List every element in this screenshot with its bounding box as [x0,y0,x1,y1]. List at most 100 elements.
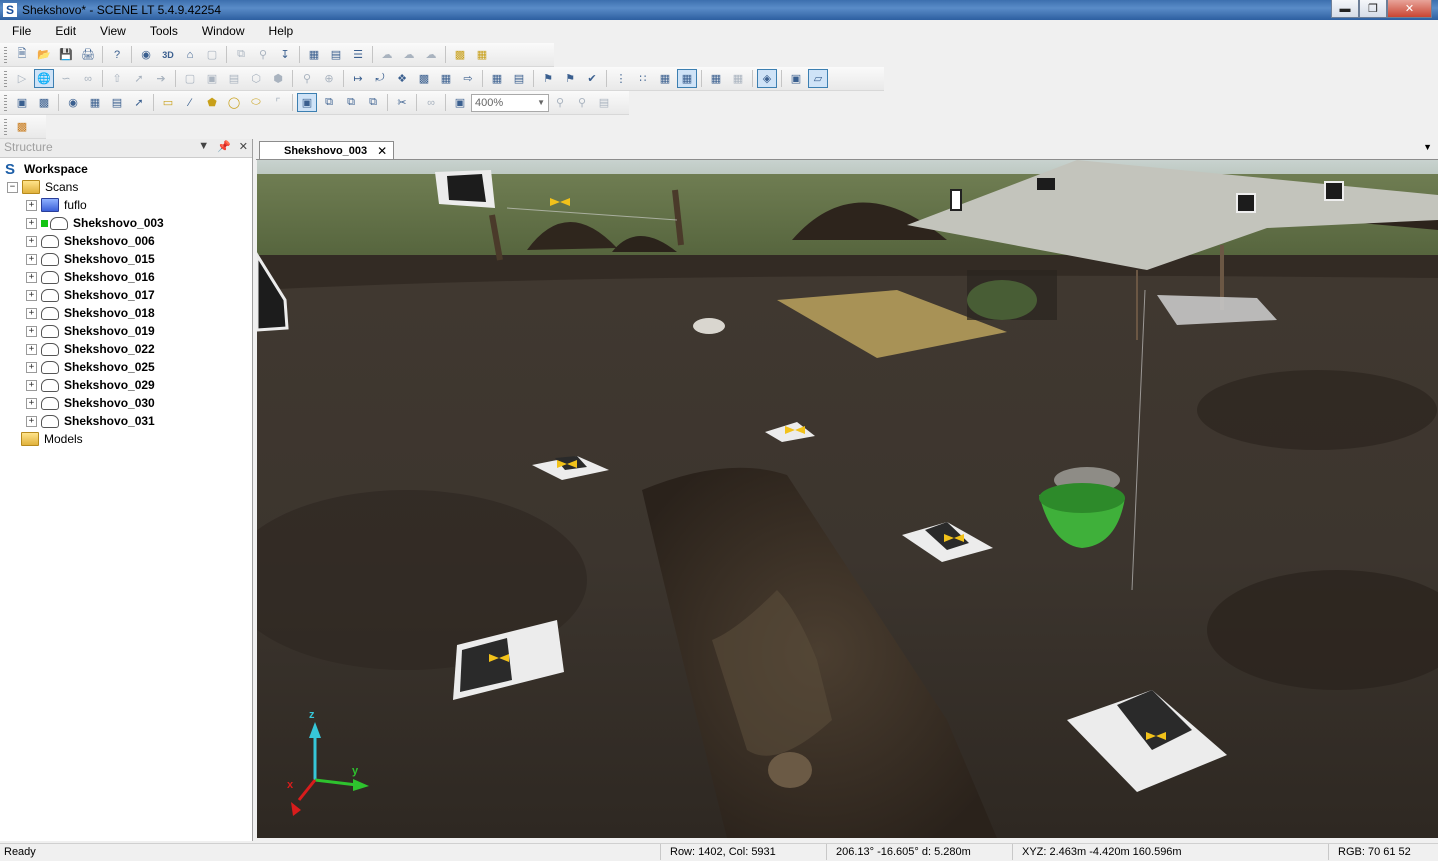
expand-icon[interactable]: + [26,361,37,373]
move-icon[interactable]: ➚ [129,69,149,88]
intersect-select-icon[interactable]: ⧉ [363,93,383,112]
toolbar-grip[interactable] [4,118,7,135]
print-icon[interactable]: 🖨 [78,45,98,64]
cube-view-icon[interactable]: ▱ [808,69,828,88]
box-top-icon[interactable]: ▤ [224,69,244,88]
tree-item-scan[interactable]: + Shekshovo_017 [26,286,155,304]
tab-list-icon[interactable]: ▼ [1423,142,1432,152]
open-project-icon[interactable]: 📂 [34,45,54,64]
tree-item-scan[interactable]: + Shekshovo_016 [26,268,155,286]
copy-icon[interactable]: ⧉ [231,45,251,64]
expand-icon[interactable]: + [26,235,37,247]
view-box-icon[interactable]: ▣ [786,69,806,88]
tree-item-workspace[interactable]: S Workspace [5,160,88,178]
save-icon[interactable]: 💾 [56,45,76,64]
cloud-sync-icon[interactable]: ☁ [421,45,441,64]
tree-item-scans[interactable]: − Scans [7,178,78,196]
tree-item-scan[interactable]: + Shekshovo_022 [26,340,155,358]
help-icon[interactable]: ? [107,45,127,64]
zoom-select[interactable]: 400% ▼ [471,93,549,112]
corner-select-icon[interactable]: ⌜ [268,93,288,112]
tree-item-scan[interactable]: + Shekshovo_006 [26,232,155,250]
flag-icon[interactable]: ⚑ [538,69,558,88]
points-large-icon[interactable]: ▦ [655,69,675,88]
close-button[interactable]: ✕ [1387,0,1432,18]
cloud-down-icon[interactable]: ☁ [399,45,419,64]
plugin-icon[interactable]: ▩ [12,117,32,136]
orbit-icon[interactable]: ⊕ [319,69,339,88]
panel-close-icon[interactable]: ✕ [239,140,248,153]
clipping-icon[interactable]: ◈ [757,69,777,88]
expand-icon[interactable]: + [26,397,37,409]
pick-line-icon[interactable]: ➚ [129,93,149,112]
tree-item-scan[interactable]: + Shekshovo_015 [26,250,155,268]
ellipse-select-icon[interactable]: ⬭ [246,93,266,112]
page-icon[interactable]: ▤ [509,69,529,88]
fit-view-icon[interactable]: ▣ [450,93,470,112]
pin-icon[interactable]: 📌 [217,140,231,153]
menu-window[interactable]: Window [190,21,257,41]
circle-select-icon[interactable]: ◯ [224,93,244,112]
box-front-icon[interactable]: ▢ [180,69,200,88]
subtract-select-icon[interactable]: ⧉ [341,93,361,112]
tile-icon[interactable]: ▦ [706,69,726,88]
zoom-page-icon[interactable]: ▤ [594,93,614,112]
cube-icon[interactable]: ⬡ [246,69,266,88]
points-medium-icon[interactable]: ∷ [633,69,653,88]
tree-item-scan[interactable]: + fuflo [26,196,87,214]
expand-icon[interactable]: + [26,217,37,229]
expand-icon[interactable]: + [26,379,37,391]
menu-help[interactable]: Help [257,21,306,41]
check-flag-icon[interactable]: ✔ [582,69,602,88]
find-icon[interactable]: ⚲ [253,45,273,64]
line-select-icon[interactable]: ∕ [180,93,200,112]
pick-point-icon[interactable]: ◉ [63,93,83,112]
inside-select-icon[interactable]: ▣ [297,93,317,112]
scan-view-icon[interactable]: ◉ [136,45,156,64]
toolbar-grip[interactable] [4,70,7,87]
tile-alt-icon[interactable]: ▦ [728,69,748,88]
link-select-icon[interactable]: ∞ [421,93,441,112]
move-right-icon[interactable]: ➔ [151,69,171,88]
cloud-up-icon[interactable]: ☁ [377,45,397,64]
export-icon[interactable]: ⇨ [458,69,478,88]
new-project-icon[interactable]: 🗎 [12,45,32,64]
select-icon[interactable]: ▣ [12,93,32,112]
points-max-icon[interactable]: ▦ [677,69,697,88]
measure-icon[interactable]: ↦ [348,69,368,88]
move-up-icon[interactable]: ⇧ [107,69,127,88]
zoom-in-icon[interactable]: ⚲ [572,93,592,112]
menu-file[interactable]: File [0,21,43,41]
expand-icon[interactable]: + [26,325,37,337]
maximize-button[interactable]: ❐ [1359,0,1387,18]
calendar-icon[interactable]: ▦ [304,45,324,64]
cube-alt-icon[interactable]: ⬢ [268,69,288,88]
tree-item-scan[interactable]: + Shekshovo_031 [26,412,155,430]
zoom-out-icon[interactable]: ⚲ [550,93,570,112]
flag-alt-icon[interactable]: ⚑ [560,69,580,88]
expand-icon[interactable]: + [26,343,37,355]
quick-view-icon[interactable]: ▢ [202,45,222,64]
tree-item-scan[interactable]: + Shekshovo_025 [26,358,155,376]
scan-3d-viewport[interactable]: z y x [257,160,1438,838]
pick-area-icon[interactable]: ▤ [107,93,127,112]
menu-view[interactable]: View [88,21,138,41]
tab-shekshovo-003[interactable]: Shekshovo_003 ✕ [259,141,395,159]
camera-icon[interactable]: ▩ [414,69,434,88]
zoom-region-icon[interactable]: ⚲ [297,69,317,88]
layer-edit-icon[interactable]: ▦ [472,45,492,64]
tree-item-scan[interactable]: + Shekshovo_030 [26,394,155,412]
3d-view-icon[interactable]: 3D [158,45,178,64]
rect-select-icon[interactable]: ▭ [158,93,178,112]
scissors-icon[interactable]: ✂ [392,93,412,112]
select-tree-icon[interactable]: ▩ [34,93,54,112]
expand-icon[interactable]: + [26,253,37,265]
collapse-icon[interactable]: − [7,181,18,193]
polygon-select-icon[interactable]: ⬟ [202,93,222,112]
layer-icon[interactable]: ▩ [450,45,470,64]
tree-item-models[interactable]: Models [21,430,83,448]
tab-close-icon[interactable]: ✕ [377,144,387,158]
tree-item-scan[interactable]: + Shekshovo_003 [26,214,164,232]
list-icon[interactable]: ☰ [348,45,368,64]
panel-menu-icon[interactable]: ▼ [198,140,209,153]
